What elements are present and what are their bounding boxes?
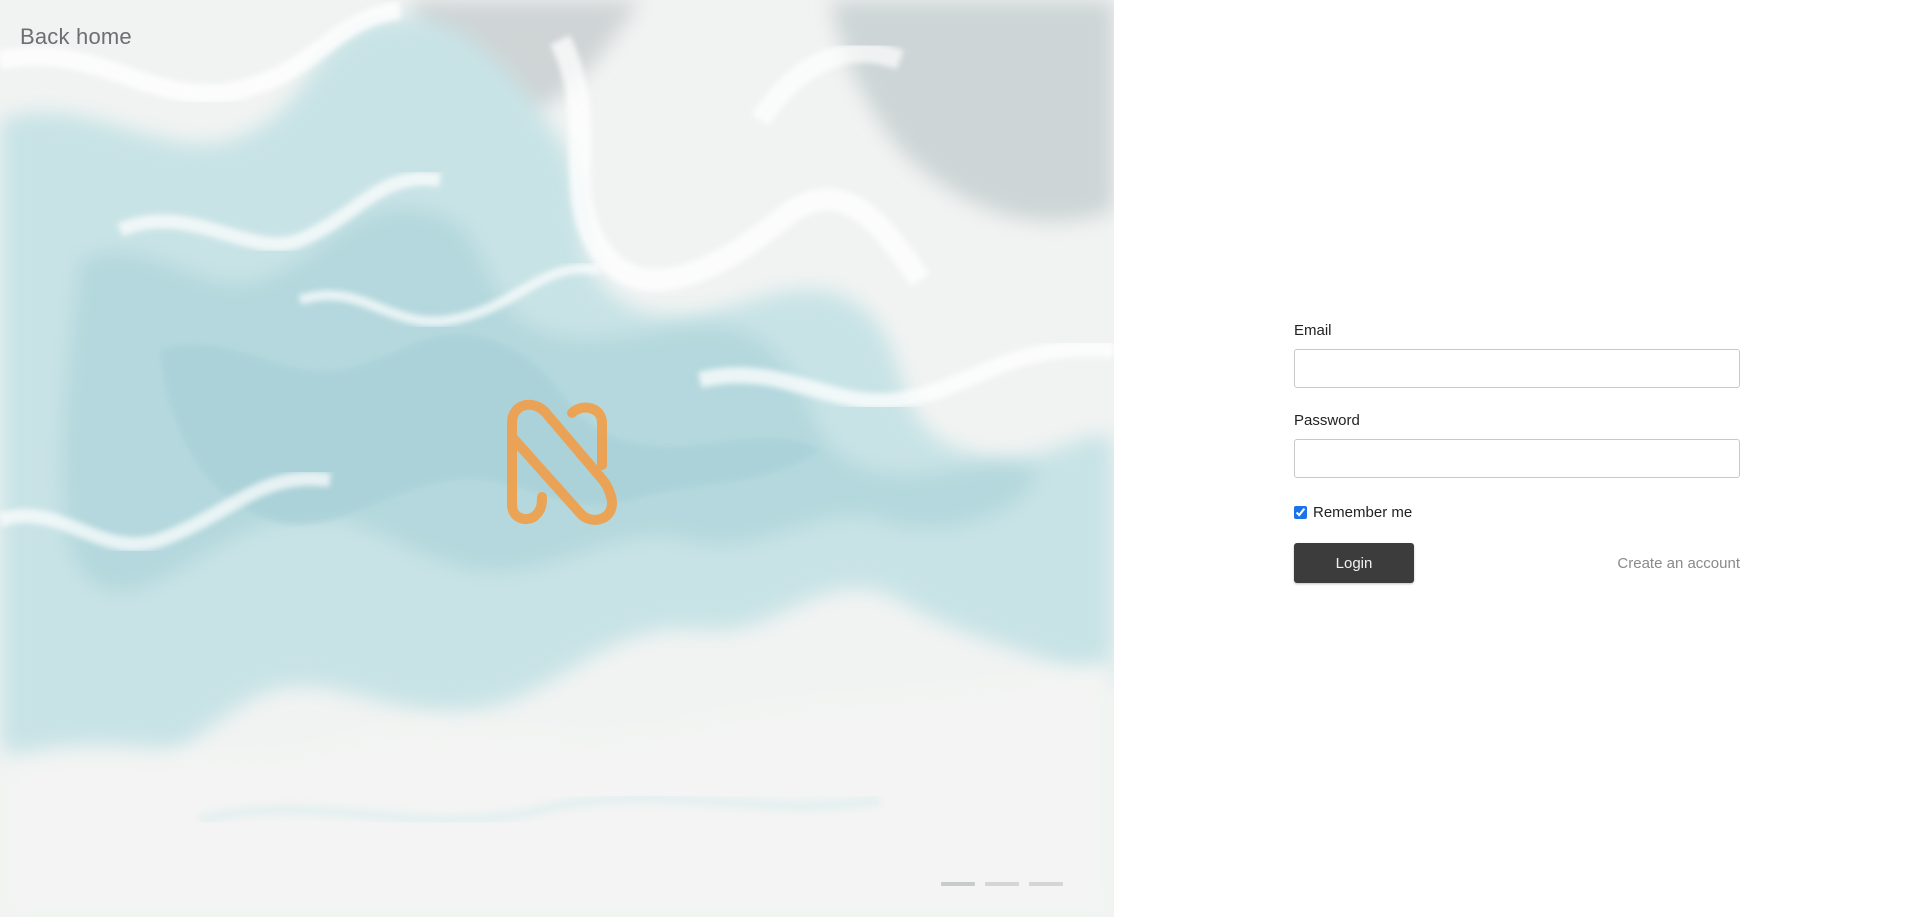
login-button[interactable]: Login	[1294, 543, 1414, 583]
remember-me-checkbox[interactable]	[1294, 506, 1307, 519]
back-home-link[interactable]: Back home	[20, 24, 132, 50]
hero-panel: Back home	[0, 0, 1114, 917]
slide-dot-2[interactable]	[985, 882, 1019, 886]
login-page: Back home Email Password Remember me Log…	[0, 0, 1920, 917]
form-actions: Login Create an account	[1294, 543, 1740, 583]
slide-dot-1[interactable]	[941, 882, 975, 886]
slide-dot-3[interactable]	[1029, 882, 1063, 886]
email-label: Email	[1294, 322, 1332, 339]
login-form: Email Password Remember me Login Create …	[1294, 322, 1740, 583]
remember-me-row: Remember me	[1294, 504, 1740, 521]
remember-me-label[interactable]: Remember me	[1313, 504, 1412, 521]
email-field-group: Email	[1294, 322, 1740, 388]
email-field[interactable]	[1294, 349, 1740, 388]
password-field[interactable]	[1294, 439, 1740, 478]
slider-indicator	[941, 882, 1063, 886]
login-form-panel: Email Password Remember me Login Create …	[1114, 0, 1920, 917]
create-account-link[interactable]: Create an account	[1617, 555, 1740, 572]
password-label: Password	[1294, 412, 1360, 429]
password-field-group: Password	[1294, 412, 1740, 478]
n-monogram-logo-icon	[507, 399, 617, 525]
